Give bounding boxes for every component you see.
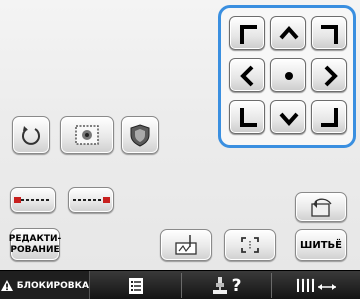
density-button[interactable] bbox=[121, 116, 159, 154]
direction-pad bbox=[218, 5, 356, 148]
shield-icon bbox=[130, 124, 150, 147]
move-up-button[interactable] bbox=[270, 16, 306, 50]
frame-corners-icon bbox=[241, 237, 259, 253]
help-button[interactable]: ? bbox=[182, 271, 270, 299]
move-down-right-button[interactable] bbox=[311, 100, 347, 134]
edit-button[interactable]: РЕДАКТИ- РОВАНИЕ bbox=[8, 228, 62, 261]
status-bar: БЛОКИРОВКА ? bbox=[0, 270, 360, 299]
move-left-button[interactable] bbox=[229, 58, 265, 92]
left-thread-button[interactable] bbox=[10, 187, 56, 213]
move-up-right-button[interactable] bbox=[311, 16, 347, 50]
corner-down-right-icon bbox=[321, 108, 338, 127]
right-thread-button[interactable] bbox=[68, 187, 114, 213]
needle-icon bbox=[175, 235, 197, 255]
corner-down-left-icon bbox=[240, 108, 257, 127]
chevron-up-icon bbox=[279, 25, 299, 40]
lock-button[interactable]: БЛОКИРОВКА bbox=[0, 271, 90, 299]
return-button[interactable] bbox=[295, 192, 347, 222]
sew-button[interactable]: ШИТЬЁ bbox=[295, 229, 347, 261]
sew-label: ШИТЬЁ bbox=[300, 239, 342, 251]
move-up-left-button[interactable] bbox=[229, 16, 265, 50]
line-marker-icon bbox=[14, 197, 51, 203]
move-right-button[interactable] bbox=[311, 58, 347, 92]
move-down-left-button[interactable] bbox=[229, 100, 265, 134]
return-icon bbox=[311, 198, 332, 217]
trial-stitch-button[interactable] bbox=[160, 229, 212, 261]
help-label: ? bbox=[231, 275, 242, 296]
embroidery-frame-icon bbox=[75, 125, 99, 145]
chevron-down-icon bbox=[279, 112, 299, 127]
line-marker-icon bbox=[73, 197, 110, 203]
corner-up-left-icon bbox=[240, 25, 257, 44]
chevron-right-icon bbox=[324, 65, 338, 87]
thread-spacing-icon bbox=[296, 278, 336, 292]
center-dot-icon bbox=[285, 72, 293, 80]
machine-needle-icon bbox=[212, 276, 227, 294]
frame-check-button[interactable] bbox=[224, 229, 276, 261]
warning-icon bbox=[1, 280, 13, 291]
center-button[interactable] bbox=[270, 58, 306, 92]
needle-settings-button[interactable] bbox=[272, 271, 360, 299]
rotate-button[interactable] bbox=[12, 116, 50, 154]
edit-label-line2: РОВАНИЕ bbox=[10, 244, 60, 255]
list-document-icon bbox=[129, 277, 143, 294]
pattern-layout-button[interactable] bbox=[60, 116, 114, 154]
rotate-icon bbox=[22, 126, 40, 145]
pattern-info-button[interactable] bbox=[92, 271, 180, 299]
chevron-left-icon bbox=[240, 65, 254, 87]
move-down-button[interactable] bbox=[270, 100, 306, 134]
edit-label-line1: РЕДАКТИ- bbox=[8, 233, 62, 244]
lock-label: БЛОКИРОВКА bbox=[16, 280, 89, 291]
corner-up-right-icon bbox=[321, 25, 338, 44]
